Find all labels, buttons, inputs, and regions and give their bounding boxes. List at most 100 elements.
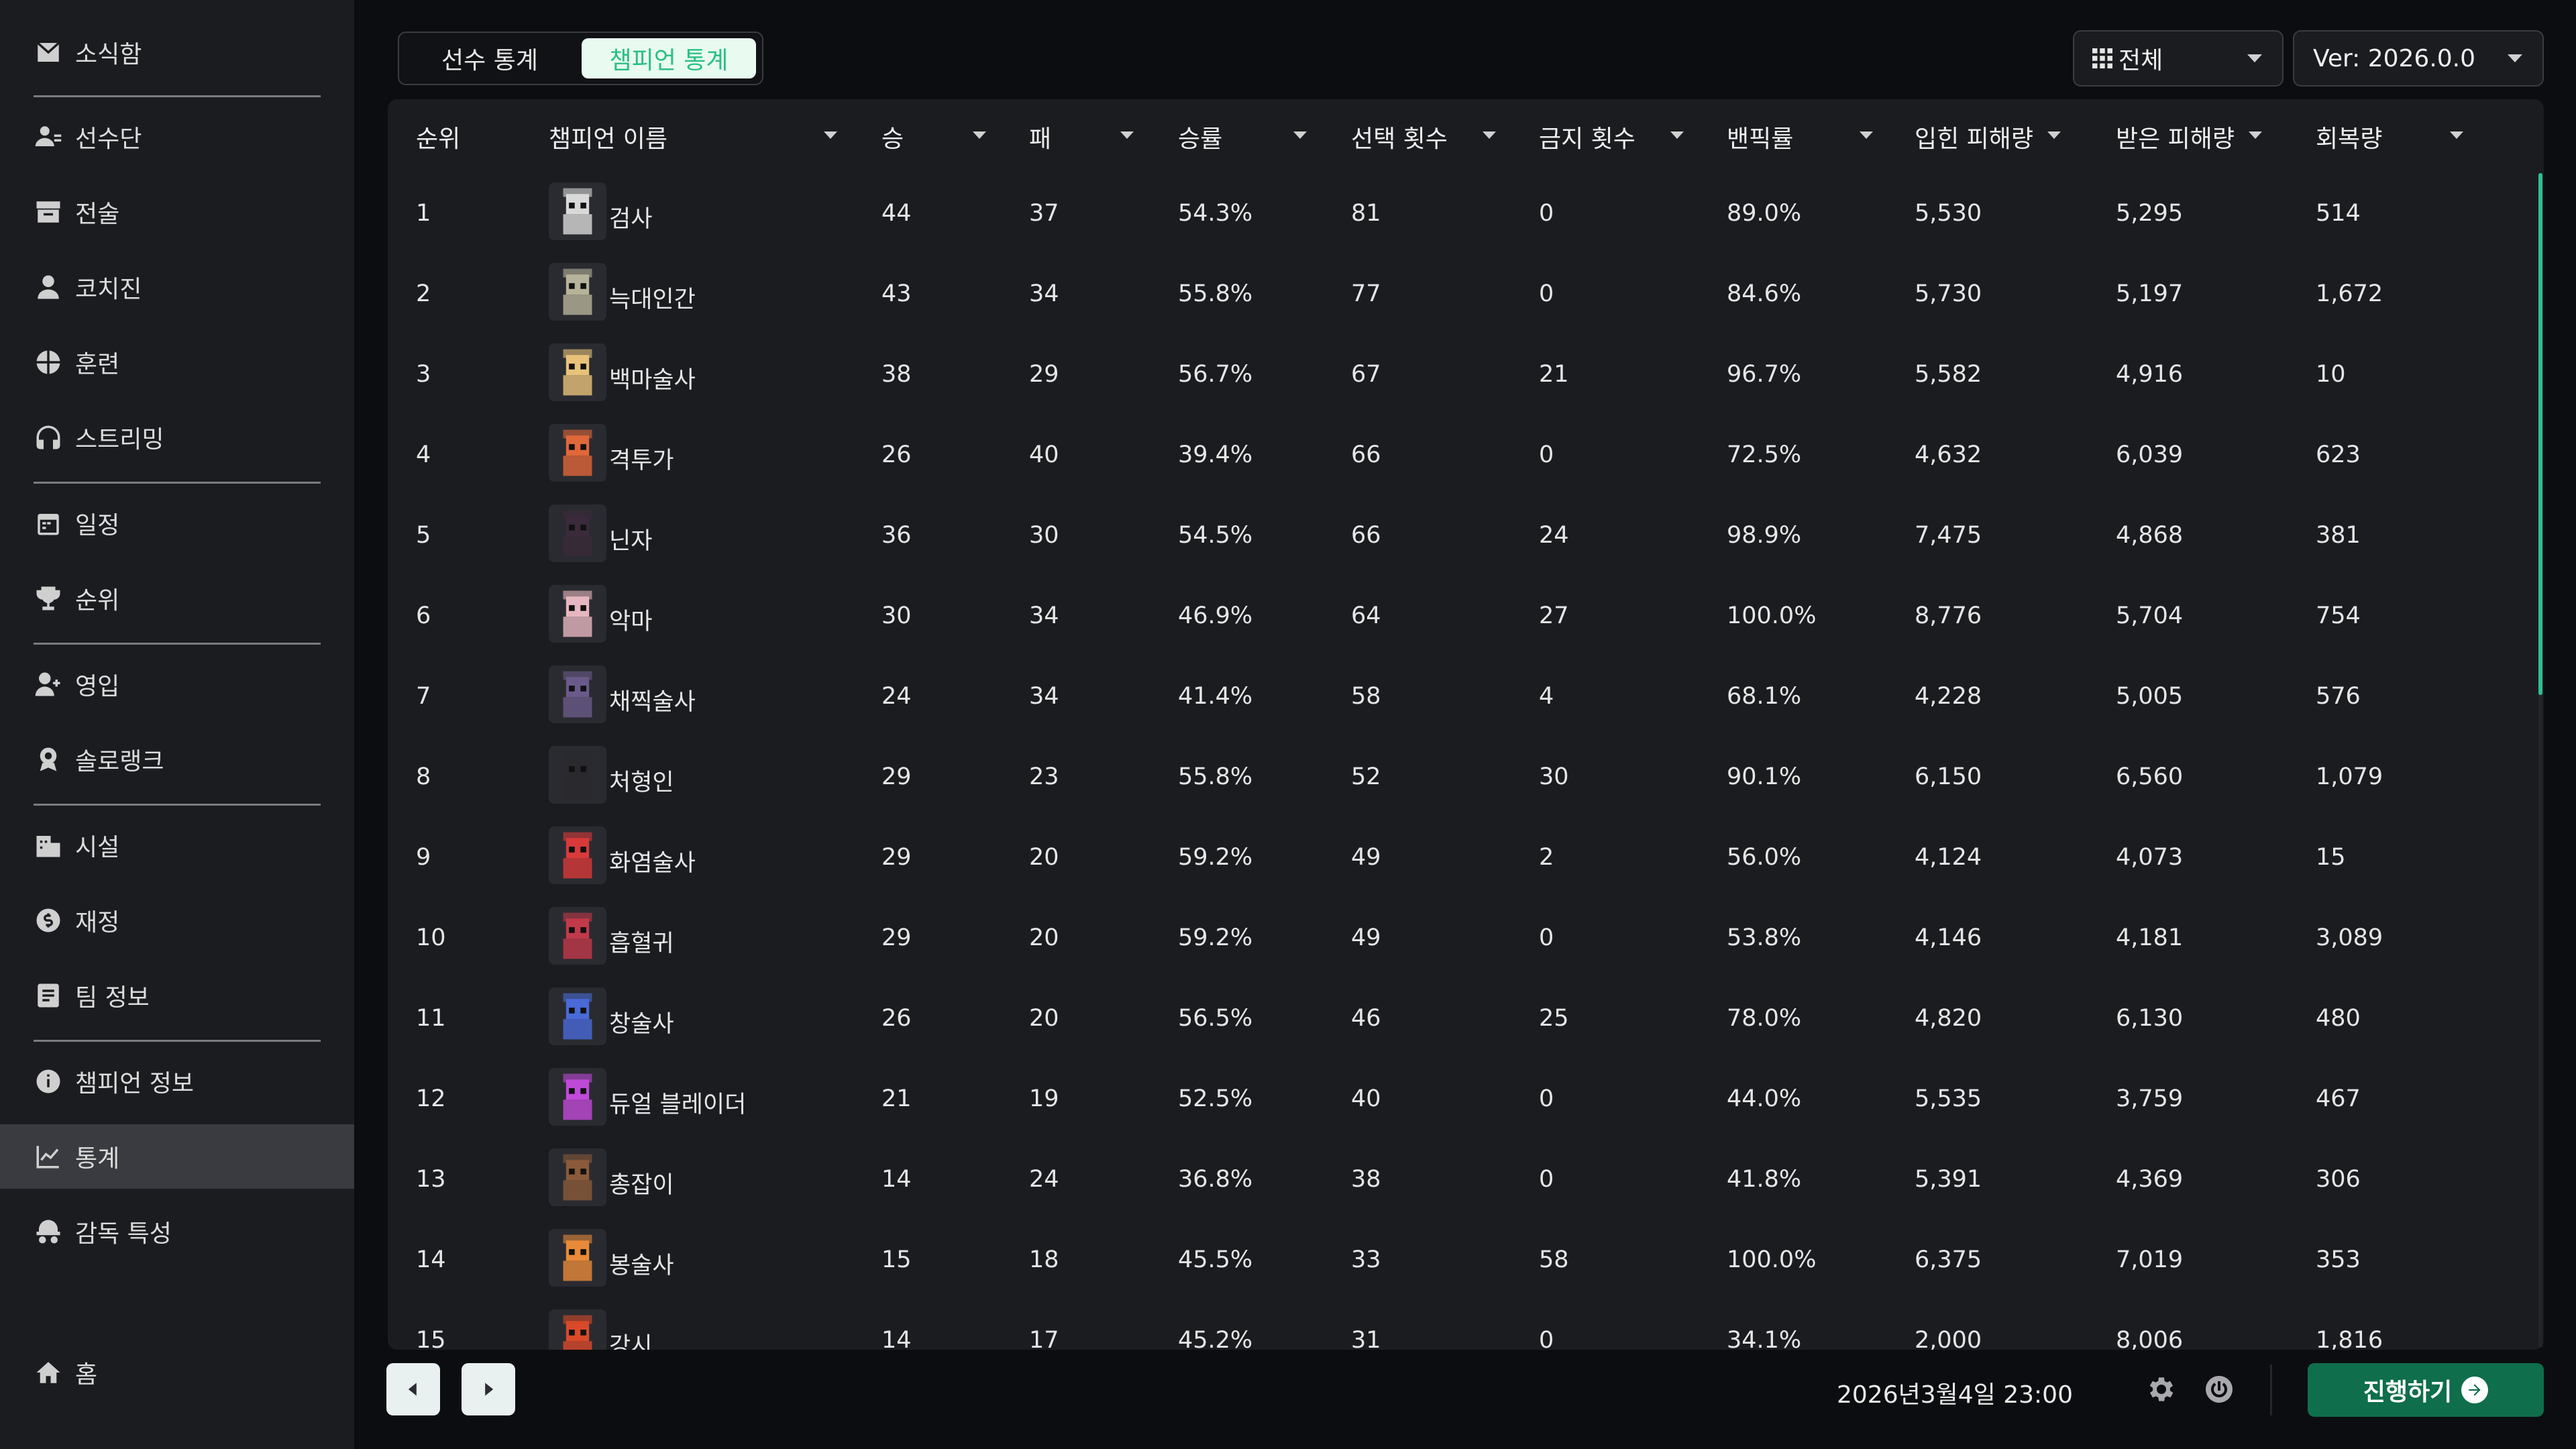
column-header[interactable]: 입힌 피해량 (1915, 119, 2033, 154)
sort-dropdown-icon[interactable] (2249, 131, 2262, 139)
sort-dropdown-icon[interactable] (2450, 131, 2463, 139)
champion-name[interactable]: 강시 (609, 1327, 652, 1350)
cell-wins: 29 (881, 763, 912, 790)
column-header[interactable]: 승률 (1178, 119, 1222, 154)
champion-name[interactable]: 흡혈귀 (609, 924, 674, 959)
table-row[interactable]: 8 처형인 29 23 55.8% 52 30 90.1% 6,150 6,560 1,079 (388, 735, 2544, 816)
table-row[interactable]: 15 강시 14 17 45.2% 31 0 34.1% 2,000 8,006 1,816 (388, 1299, 2544, 1350)
scrollbar-thumb[interactable] (2538, 173, 2542, 695)
sidebar-item-15[interactable]: 감독 특성 (0, 1199, 354, 1264)
champion-name[interactable]: 봉술사 (609, 1246, 674, 1281)
cell-picks: 40 (1351, 1085, 1381, 1112)
column-header[interactable]: 금지 횟수 (1539, 119, 1635, 154)
cell-heal: 381 (2316, 522, 2361, 549)
column-header[interactable]: 순위 (416, 119, 460, 154)
sidebar-item-0[interactable]: 소식함 (0, 20, 354, 85)
champion-name[interactable]: 늑대인간 (609, 280, 696, 315)
column-header[interactable]: 챔피언 이름 (549, 119, 667, 154)
prev-button[interactable] (386, 1363, 440, 1415)
sort-dropdown-icon[interactable] (824, 131, 837, 139)
filter-label: 전체 (2118, 47, 2163, 74)
champion-name[interactable]: 채찍술사 (609, 683, 696, 717)
champion-name[interactable]: 닌자 (609, 522, 652, 556)
sidebar-item-7[interactable]: 순위 (0, 566, 354, 631)
cell-winrate: 52.5% (1178, 1085, 1253, 1112)
cell-rank: 12 (416, 1085, 446, 1112)
sidebar-item-label: 솔로랭크 (75, 748, 164, 775)
table-row[interactable]: 10 흡혈귀 29 20 59.2% 49 0 53.8% 4,146 4,181 3,089 (388, 896, 2544, 977)
table-row[interactable]: 12 듀얼 블레이더 21 19 52.5% 40 0 44.0% 5,535 3,759 467 (388, 1057, 2544, 1138)
version-dropdown[interactable]: Ver: 2026.0.0 (2293, 30, 2544, 87)
settings-button[interactable] (2145, 1373, 2178, 1405)
tab-champion-stats[interactable]: 챔피언 통계 (582, 38, 756, 78)
cell-losses: 40 (1029, 441, 1059, 468)
champion-name[interactable]: 듀얼 블레이더 (609, 1085, 746, 1120)
cell-bans: 0 (1539, 200, 1554, 227)
table-row[interactable]: 14 봉술사 15 18 45.5% 33 58 100.0% 6,375 7,019 353 (388, 1218, 2544, 1299)
sidebar-item-1[interactable]: 선수단 (0, 105, 354, 169)
champion-name[interactable]: 백마술사 (609, 361, 696, 395)
sidebar-item-9[interactable]: 솔로랭크 (0, 727, 354, 792)
table-row[interactable]: 3 백마술사 38 29 56.7% 67 21 96.7% 5,582 4,916 10 (388, 333, 2544, 413)
cell-banpick: 41.8% (1727, 1166, 1802, 1193)
filter-dropdown[interactable]: 전체 (2073, 30, 2284, 87)
champion-portrait-icon (549, 826, 606, 884)
table-row[interactable]: 1 검사 44 37 54.3% 81 0 89.0% 5,530 5,295 514 (388, 172, 2544, 252)
champion-name[interactable]: 악마 (609, 602, 652, 637)
table-row[interactable]: 13 총잡이 14 24 36.8% 38 0 41.8% 5,391 4,369 306 (388, 1138, 2544, 1218)
sort-dropdown-icon[interactable] (1120, 131, 1134, 139)
sidebar-item-6[interactable]: 일정 (0, 491, 354, 555)
sort-dropdown-icon[interactable] (1293, 131, 1307, 139)
cell-dealt: 5,535 (1915, 1085, 1982, 1112)
sort-dropdown-icon[interactable] (973, 131, 986, 139)
sidebar-item-3[interactable]: 코치진 (0, 255, 354, 319)
champion-name[interactable]: 창술사 (609, 1005, 674, 1039)
cell-taken: 3,759 (2116, 1085, 2184, 1112)
column-header[interactable]: 회복량 (2316, 119, 2382, 154)
champion-name[interactable]: 처형인 (609, 763, 674, 798)
champion-name[interactable]: 격투가 (609, 441, 674, 476)
sidebar-item-10[interactable]: 시설 (0, 813, 354, 877)
power-button[interactable] (2203, 1373, 2235, 1405)
sort-dropdown-icon[interactable] (1670, 131, 1684, 139)
table-row[interactable]: 2 늑대인간 43 34 55.8% 77 0 84.6% 5,730 5,197 1,672 (388, 252, 2544, 333)
table-row[interactable]: 5 닌자 36 30 54.5% 66 24 98.9% 7,475 4,868 381 (388, 494, 2544, 574)
champion-name[interactable]: 총잡이 (609, 1166, 674, 1200)
sidebar-item-2[interactable]: 전술 (0, 180, 354, 244)
column-header[interactable]: 패 (1029, 119, 1051, 154)
column-header[interactable]: 승 (881, 119, 904, 154)
champion-portrait-icon (549, 1229, 606, 1287)
sort-dropdown-icon[interactable] (1483, 131, 1496, 139)
sidebar-item-14[interactable]: 통계 (0, 1124, 354, 1189)
table-row[interactable]: 9 화염술사 29 20 59.2% 49 2 56.0% 4,124 4,073 15 (388, 816, 2544, 896)
sidebar-item-8[interactable]: 영입 (0, 652, 354, 716)
next-button[interactable] (462, 1363, 515, 1415)
cell-taken: 4,073 (2116, 844, 2184, 871)
champion-name[interactable]: 검사 (609, 200, 652, 234)
tab-player-stats[interactable]: 선수 통계 (406, 38, 574, 78)
champion-name[interactable]: 화염술사 (609, 844, 696, 878)
sidebar-item-5[interactable]: 스트리밍 (0, 405, 354, 470)
table-row[interactable]: 4 격투가 26 40 39.4% 66 0 72.5% 4,632 6,039 623 (388, 413, 2544, 494)
mail-icon (34, 38, 63, 67)
sidebar-item-4[interactable]: 훈련 (0, 330, 354, 394)
column-header[interactable]: 선택 횟수 (1351, 119, 1448, 154)
proceed-button[interactable]: 진행하기 (2308, 1363, 2544, 1417)
sidebar: 소식함선수단전술코치진훈련스트리밍일정순위영입솔로랭크시설재정팀 정보챔피언 정… (0, 0, 354, 1449)
cell-dealt: 4,632 (1915, 441, 1982, 468)
sidebar-item-12[interactable]: 팀 정보 (0, 963, 354, 1028)
column-header[interactable]: 밴픽률 (1727, 119, 1793, 154)
sidebar-item-home[interactable]: 홈 (0, 1340, 354, 1405)
cell-picks: 46 (1351, 1005, 1381, 1032)
table-row[interactable]: 11 창술사 26 20 56.5% 46 25 78.0% 4,820 6,130 480 (388, 977, 2544, 1057)
table-row[interactable]: 6 악마 30 34 46.9% 64 27 100.0% 8,776 5,704 754 (388, 574, 2544, 655)
sidebar-item-13[interactable]: 챔피언 정보 (0, 1049, 354, 1114)
sort-dropdown-icon[interactable] (1860, 131, 1873, 139)
cell-losses: 20 (1029, 924, 1059, 951)
divider (2270, 1364, 2272, 1415)
trophy-icon (34, 584, 63, 613)
column-header[interactable]: 받은 피해량 (2116, 119, 2235, 154)
sidebar-item-11[interactable]: 재정 (0, 888, 354, 953)
sort-dropdown-icon[interactable] (2047, 131, 2061, 139)
table-row[interactable]: 7 채찍술사 24 34 41.4% 58 4 68.1% 4,228 5,005 576 (388, 655, 2544, 735)
